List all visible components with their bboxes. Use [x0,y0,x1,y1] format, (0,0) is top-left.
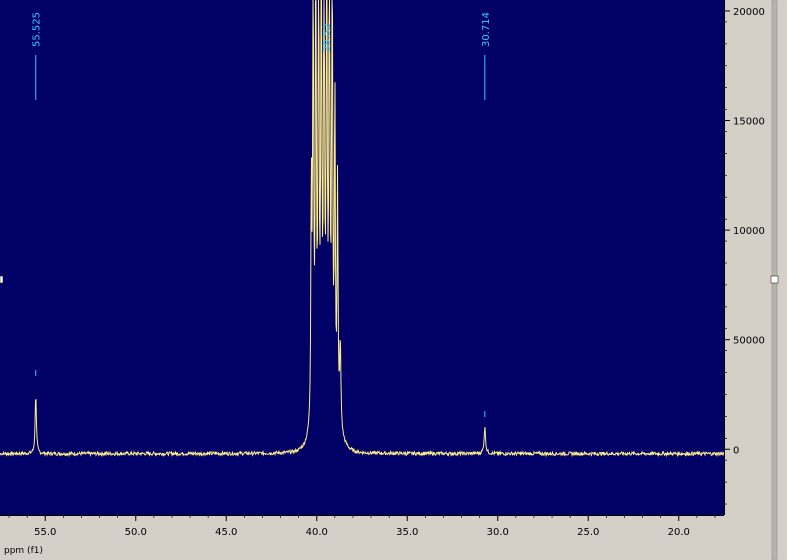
y-tick-label: 50000 [733,336,765,347]
peak-label: 30.714 [481,12,492,47]
y-tick-label: 15000 [733,117,765,128]
nmr-spectrum-chart: ppm (f1) 55.0 50.0 45.0 40.0 35.0 30.0 25.0 20.… [0,0,787,560]
x-tick-label: 55.0 [34,527,56,538]
x-tick-label: 20.0 [668,527,690,538]
peak-label: 39.52 [322,23,333,52]
x-tick-label: 30.0 [487,527,509,538]
x-tick-label: 50.0 [125,527,147,538]
left-edge-handle[interactable] [0,275,4,284]
x-axis-label: ppm (f1) [4,546,43,556]
x-tick-label: 45.0 [215,527,237,538]
plot-area [0,0,724,515]
peak-label: 55.525 [32,12,43,47]
y-tick-label: 10000 [733,226,765,237]
x-tick-label: 35.0 [396,527,418,538]
x-tick-label: 25.0 [577,527,599,538]
y-tick-label: 20000 [733,7,765,18]
scrollbar-handle[interactable] [770,275,779,284]
y-tick-label: 0 [733,445,739,456]
x-tick-label: 40.0 [306,527,328,538]
